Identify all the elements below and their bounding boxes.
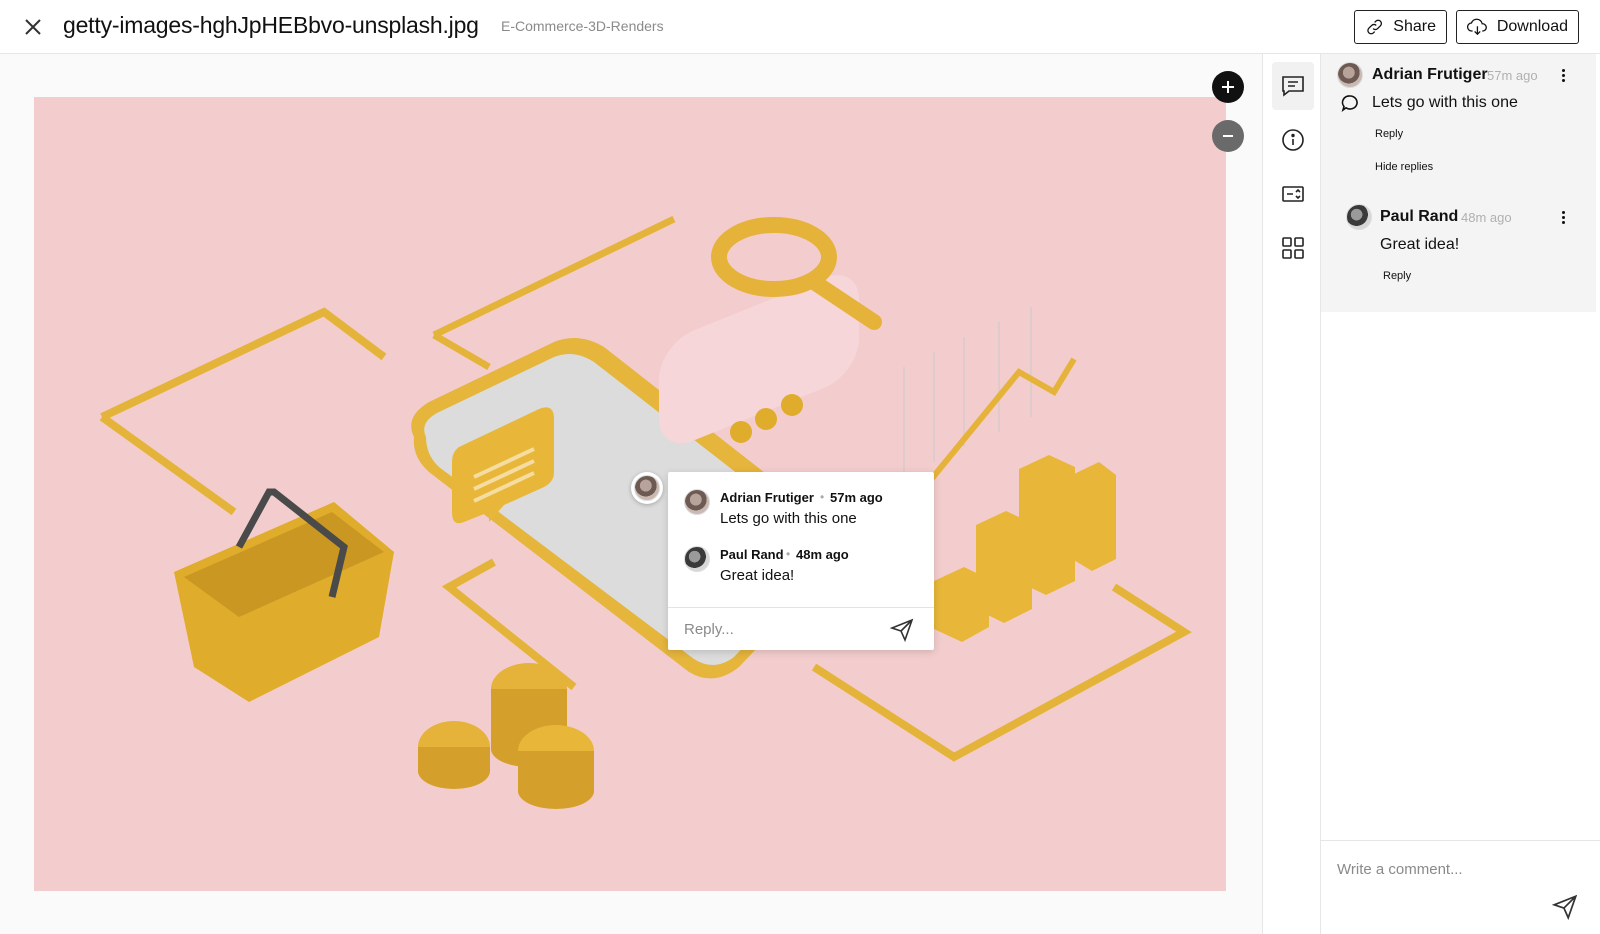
comments-panel: Adrian Frutiger 57m ago Lets go with thi… [1321, 54, 1600, 934]
comments-icon [1282, 76, 1304, 97]
preview-image [34, 97, 1226, 891]
popover-comment-text: Lets go with this one [720, 510, 857, 527]
comment-pin[interactable] [631, 472, 663, 504]
folder-breadcrumb[interactable]: E-Commerce-3D-Renders [501, 18, 664, 34]
grid-tab-button[interactable] [1272, 224, 1314, 272]
avatar [684, 546, 710, 572]
cloud-download-icon [1467, 18, 1487, 36]
compare-icon [1282, 186, 1304, 202]
file-name-title: getty-images-hghJpHEBbvo-unsplash.jpg [63, 12, 479, 38]
popover-reply-author: Paul Rand [720, 547, 784, 562]
avatar [1346, 204, 1372, 230]
popover-reply-text: Great idea! [720, 567, 795, 584]
comment-time: 57m ago [1487, 68, 1538, 83]
close-icon [25, 19, 41, 35]
popover-comment-time: 57m ago [830, 490, 883, 505]
comment-composer [1321, 840, 1600, 934]
comment-thread: Adrian Frutiger 57m ago Lets go with thi… [1321, 54, 1596, 312]
comments-tab-button[interactable] [1272, 62, 1314, 110]
reply-link[interactable]: Reply [1383, 270, 1411, 282]
popover-comment-author: Adrian Frutiger [720, 490, 814, 505]
zoom-in-button[interactable] [1212, 71, 1244, 103]
comment-more-button[interactable] [1557, 65, 1569, 85]
plus-icon [1222, 81, 1234, 93]
comment-author: Adrian Frutiger [1372, 66, 1488, 83]
comment-popover: Adrian Frutiger • 57m ago Lets go with t… [668, 472, 934, 650]
separator-dot: • [786, 547, 791, 561]
popover-reply-input[interactable] [684, 616, 874, 642]
avatar [684, 489, 710, 515]
separator-dot: • [820, 490, 825, 504]
reply-text: Great idea! [1380, 236, 1460, 253]
compare-tab-button[interactable] [1272, 170, 1314, 218]
tool-rail [1262, 54, 1321, 934]
send-icon[interactable] [889, 617, 915, 643]
minus-icon [1223, 135, 1233, 137]
reply-more-button[interactable] [1557, 207, 1569, 227]
grid-icon [1282, 237, 1304, 259]
speech-bubble-icon [1341, 95, 1358, 112]
comment-input[interactable] [1337, 855, 1577, 883]
info-tab-button[interactable] [1272, 116, 1314, 164]
popover-reply-time: 48m ago [796, 547, 849, 562]
hide-replies-link[interactable]: Hide replies [1375, 161, 1433, 173]
info-icon [1282, 129, 1304, 151]
popover-reply-box [668, 607, 934, 650]
image-canvas[interactable] [0, 54, 1262, 934]
download-label: Download [1496, 18, 1568, 35]
send-icon[interactable] [1551, 893, 1579, 921]
ecommerce-render-illustration [99, 215, 1192, 809]
comment-text: Lets go with this one [1372, 94, 1518, 111]
share-button[interactable]: Share [1354, 10, 1447, 44]
top-bar: getty-images-hghJpHEBbvo-unsplash.jpg E-… [0, 0, 1600, 54]
download-button[interactable]: Download [1456, 10, 1579, 44]
reply-time: 48m ago [1461, 210, 1512, 225]
close-button[interactable] [20, 14, 46, 40]
link-icon [1367, 19, 1383, 35]
reply-author: Paul Rand [1380, 208, 1459, 225]
zoom-out-button[interactable] [1212, 120, 1244, 152]
reply-link[interactable]: Reply [1375, 128, 1403, 140]
share-label: Share [1393, 18, 1436, 35]
avatar [634, 475, 660, 501]
avatar [1337, 62, 1363, 88]
